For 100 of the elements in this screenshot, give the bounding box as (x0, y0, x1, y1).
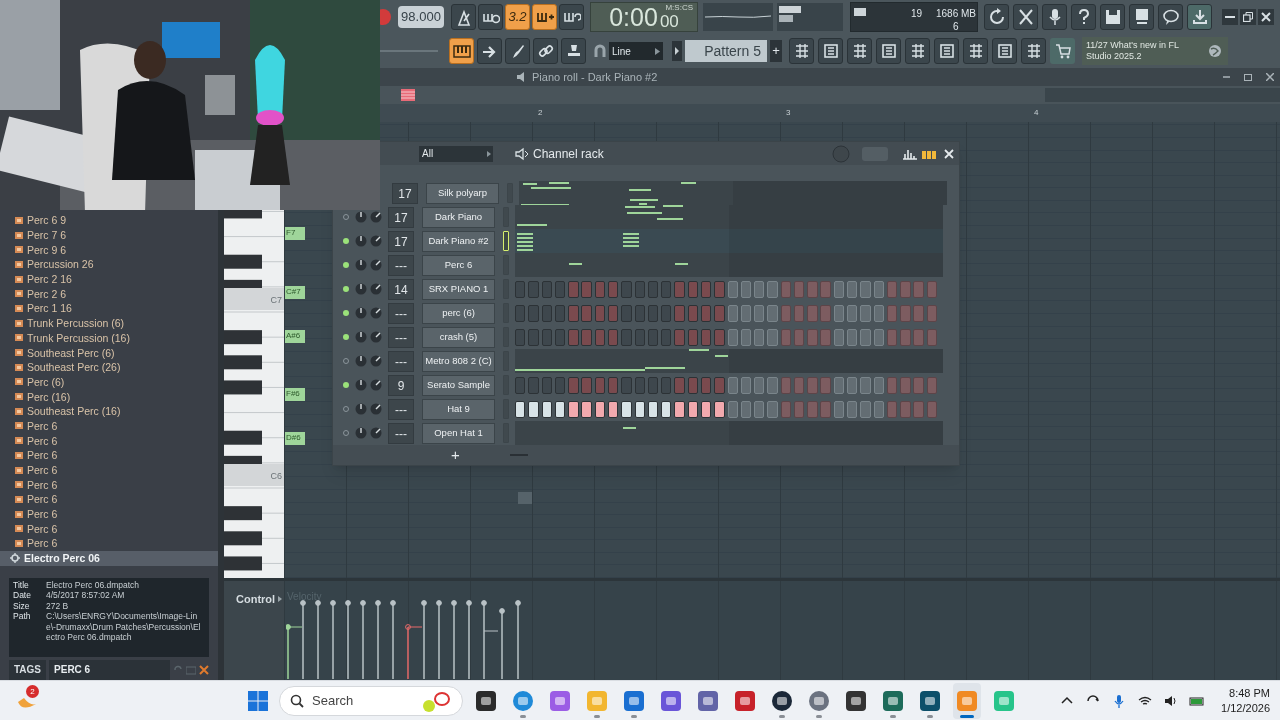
browser-item[interactable]: Trunk Percussion (16) (0, 330, 218, 346)
mixer-track-field[interactable]: 14 (388, 278, 414, 300)
clock[interactable]: 8:48 PM 1/12/2026 (1221, 685, 1270, 716)
step-button[interactable] (687, 400, 699, 418)
help-button[interactable] (1071, 4, 1096, 30)
news-panel[interactable]: 11/27 What's new in FL Studio 2025.2 (1082, 37, 1228, 65)
volume-knob-icon[interactable] (355, 235, 367, 247)
mixer-track-field[interactable]: --- (388, 254, 414, 276)
volume-knob-icon[interactable] (355, 355, 367, 367)
browser-item[interactable]: Perc 7 6 (0, 227, 218, 243)
note-preview[interactable] (519, 181, 947, 205)
browser-item[interactable]: Perc 6 (0, 477, 218, 493)
control-dropdown[interactable]: Control (236, 591, 283, 608)
browser-item[interactable]: Perc 6 (0, 462, 218, 478)
browser-tree-button[interactable] (905, 38, 930, 64)
swing-knob-icon[interactable] (832, 144, 850, 163)
channel-name-button[interactable]: crash (5) (422, 326, 495, 348)
step-button[interactable] (581, 400, 592, 418)
mixer-track-field[interactable]: --- (388, 398, 414, 420)
mixer-track-field[interactable]: --- (388, 326, 414, 348)
search-field[interactable]: Search (279, 685, 463, 716)
channel-name-button[interactable]: Silk polyarp (426, 182, 499, 204)
transport-toggle-button[interactable] (559, 4, 584, 30)
step-button[interactable] (634, 400, 645, 418)
mouse-button[interactable] (1021, 38, 1046, 64)
tag-field[interactable]: PERC 6 (49, 659, 170, 680)
volume-knob-icon[interactable] (355, 379, 367, 391)
close-icon[interactable] (1266, 73, 1274, 81)
channel-led[interactable] (343, 334, 349, 340)
undo-button[interactable] (984, 4, 1009, 30)
volume-knob-icon[interactable] (355, 283, 367, 295)
browser-item[interactable]: Perc 9 6 (0, 242, 218, 258)
browser-item[interactable]: Perc 6 (0, 521, 218, 537)
channel-name-button[interactable]: Dark Piano #2 (422, 230, 495, 252)
channel-led[interactable] (343, 382, 349, 388)
step-button[interactable] (541, 400, 552, 418)
browser-item[interactable]: Electro Perc 06 (0, 550, 218, 566)
pan-knob-icon[interactable] (370, 283, 382, 295)
pan-knob-icon[interactable] (370, 211, 382, 223)
browser-item[interactable]: Percussion 26 (0, 257, 218, 272)
mixer-track-field[interactable]: --- (388, 350, 414, 372)
cut-button[interactable] (1013, 4, 1038, 30)
step-button[interactable] (607, 400, 619, 418)
note-preview[interactable] (515, 349, 943, 373)
close-button[interactable] (1258, 9, 1274, 25)
mixer-track-field[interactable]: 17 (388, 230, 414, 252)
browser-item[interactable]: Perc 6 (0, 448, 218, 463)
performance-button[interactable] (992, 38, 1017, 64)
search-input[interactable]: Search (312, 690, 402, 711)
chat-button[interactable] (1158, 4, 1183, 30)
mixer-track-field[interactable]: --- (388, 422, 414, 444)
step-button[interactable] (714, 400, 725, 418)
volume-knob-icon[interactable] (355, 331, 367, 343)
step-button[interactable] (674, 400, 685, 418)
step-button[interactable] (515, 400, 526, 418)
piano-keyboard-drawing[interactable] (224, 210, 284, 578)
note-preview[interactable] (515, 229, 943, 253)
graph-icon[interactable] (902, 147, 918, 160)
browser-item[interactable]: Perc (16) (0, 389, 218, 404)
restore-icon[interactable] (1244, 73, 1252, 81)
step-button[interactable] (594, 400, 606, 418)
tool-toggle-button[interactable] (477, 38, 502, 64)
browser-item[interactable]: Perc 6 9 (0, 213, 218, 228)
browser-item[interactable]: Perc 6 (0, 506, 218, 522)
browser-item[interactable]: Perc (6) (0, 374, 218, 390)
channel-led[interactable] (343, 262, 349, 268)
step-button[interactable] (568, 400, 579, 418)
browser-item[interactable]: Perc 2 6 (0, 286, 218, 302)
tool-toggle-button[interactable] (533, 38, 558, 64)
minimize-button[interactable] (1222, 9, 1238, 25)
record-icon[interactable] (380, 8, 392, 26)
browser-item[interactable]: Southeast Perc (16) (0, 403, 218, 419)
channel-name-button[interactable]: Metro 808 2 (C) (422, 350, 495, 372)
scroll-handle[interactable] (518, 492, 532, 504)
playlist-button[interactable] (789, 38, 814, 64)
channel-name-button[interactable]: Open Hat 1 (422, 422, 495, 444)
tool-toggle-button[interactable] (505, 38, 530, 64)
close-icon[interactable] (199, 664, 209, 675)
transport-toggle-button[interactable] (451, 4, 476, 30)
pan-knob-icon[interactable] (370, 307, 382, 319)
snap-dropdown[interactable]: Line (609, 42, 663, 60)
restore-button[interactable] (1240, 9, 1256, 25)
channel-led[interactable] (343, 238, 349, 244)
note-preview[interactable] (515, 205, 943, 229)
tool-toggle-button[interactable] (561, 38, 586, 64)
start-button[interactable] (246, 688, 270, 713)
step-sequencer-button[interactable] (818, 38, 843, 64)
browser-item[interactable]: Perc 1 16 (0, 301, 218, 316)
download-button[interactable] (1187, 4, 1212, 30)
pattern-selector[interactable]: Pattern 5 (685, 40, 767, 62)
volume-knob-icon[interactable] (355, 211, 367, 223)
browser-item[interactable]: Perc 6 (0, 536, 218, 551)
plugin-button[interactable] (963, 38, 988, 64)
mixer-track-field[interactable]: 17 (388, 206, 414, 228)
pan-knob-icon[interactable] (370, 259, 382, 271)
mixer-button[interactable] (876, 38, 901, 64)
channel-name-button[interactable]: perc (6) (422, 302, 495, 324)
browser-item[interactable]: Perc 2 16 (0, 271, 218, 287)
volume-knob-icon[interactable] (355, 307, 367, 319)
document-button[interactable] (934, 38, 959, 64)
